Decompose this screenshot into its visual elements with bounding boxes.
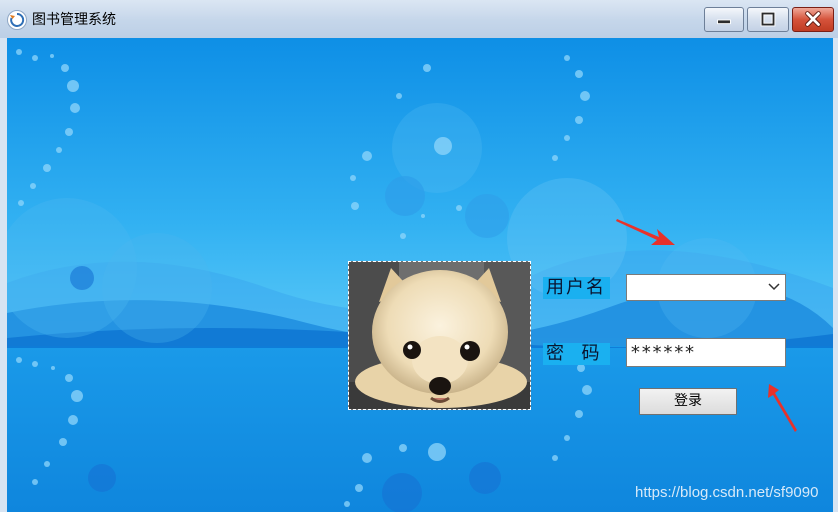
username-label: 用户名: [543, 277, 610, 299]
window-title: 图书管理系统: [32, 12, 116, 28]
username-combobox[interactable]: [626, 274, 786, 301]
close-icon: [805, 11, 821, 27]
dog-photo: [348, 261, 531, 410]
maximize-icon: [760, 11, 776, 27]
close-button[interactable]: [792, 7, 834, 32]
minimize-icon: [717, 19, 731, 25]
maximize-button[interactable]: [747, 7, 789, 32]
password-field[interactable]: [626, 338, 786, 367]
red-arrow-icon: [616, 219, 675, 245]
title-bar[interactable]: 图书管理系统: [0, 0, 838, 38]
login-form-area: 用户名 密 码 登录 https://blog.csdn.net/sf9090: [7, 38, 833, 512]
minimize-button[interactable]: [704, 7, 744, 32]
app-refresh-icon: [7, 10, 27, 30]
chevron-down-icon[interactable]: [768, 282, 780, 292]
watermark-text: https://blog.csdn.net/sf9090: [635, 484, 819, 501]
red-arrow-icon: [768, 384, 797, 432]
login-button[interactable]: 登录: [639, 388, 737, 415]
password-label: 密 码: [543, 343, 610, 365]
app-window: 图书管理系统 用户名 密 码 ****** 登录 https://blog.cs…: [0, 0, 838, 512]
